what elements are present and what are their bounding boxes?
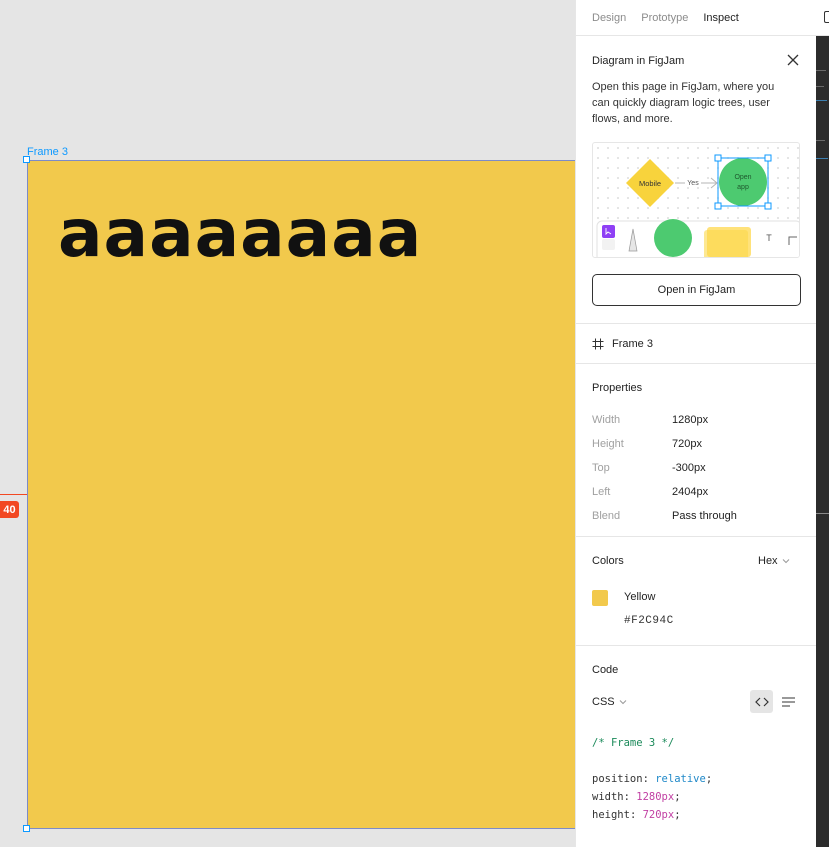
code-prop: height [592, 809, 630, 821]
color-swatch[interactable] [592, 590, 608, 606]
code-language-select[interactable]: CSS [592, 696, 627, 708]
property-value[interactable]: Pass through [672, 510, 737, 522]
diagram-open-label: Open [734, 174, 751, 181]
adjacent-window [816, 0, 829, 847]
code-brackets-icon [754, 697, 769, 706]
property-row: Blend Pass through [592, 510, 737, 522]
panel-tabs: Design Prototype Inspect [576, 0, 816, 36]
property-row: Height 720px [592, 438, 702, 450]
code-block[interactable]: /* Frame 3 */ position: relative; width:… [592, 734, 712, 824]
properties-section: Properties Width 1280px Height 720px Top… [576, 364, 816, 537]
chevron-down-icon [782, 559, 789, 564]
color-hex[interactable]: #F2C94C [624, 615, 674, 627]
figjam-description: Open this page in FigJam, where you can … [592, 81, 775, 125]
code-prop: width [592, 791, 624, 803]
code-prop: position [592, 773, 643, 785]
resize-handle-top-left[interactable] [23, 156, 30, 163]
code-view-button[interactable] [750, 690, 773, 713]
code-line: position: relative; [592, 773, 713, 785]
strip-line [816, 86, 824, 87]
open-in-figjam-button[interactable]: Open in FigJam [592, 274, 801, 306]
code-value: 720px [642, 809, 675, 821]
diagram-mobile-label: Mobile [639, 179, 661, 188]
colors-section: Colors Hex Yellow #F2C94C [576, 537, 816, 646]
strip-line [816, 158, 828, 159]
code-line: width: 1280px; [592, 791, 681, 803]
diagram-text-tool-label: T [766, 233, 772, 243]
code-title: Code [592, 664, 619, 676]
figjam-illustration: Mobile Yes Open app T [592, 142, 800, 258]
strip-line [816, 140, 825, 141]
property-row: Top -300px [592, 462, 706, 474]
property-value[interactable]: 720px [672, 438, 702, 450]
code-line: height: 720px; [592, 809, 681, 821]
strip-line [816, 70, 826, 71]
property-key: Top [592, 462, 610, 474]
property-key: Left [592, 486, 611, 498]
tab-design[interactable]: Design [592, 12, 626, 24]
layer-row[interactable]: Frame 3 [576, 323, 816, 364]
code-list-button[interactable] [777, 690, 800, 713]
strip-line [816, 100, 827, 101]
code-language-value: CSS [592, 696, 615, 708]
frame-label[interactable]: Frame 3 [27, 146, 68, 158]
property-row: Left 2404px [592, 486, 708, 498]
property-key: Width [592, 414, 621, 426]
measure-guide-line [0, 494, 27, 495]
tab-inspect[interactable]: Inspect [703, 12, 738, 24]
property-key: Height [592, 438, 624, 450]
property-value[interactable]: 2404px [672, 486, 708, 498]
resize-handle-bottom-left[interactable] [23, 825, 30, 832]
property-value[interactable]: -300px [672, 462, 706, 474]
color-name[interactable]: Yellow [624, 591, 655, 603]
canvas[interactable]: Frame 3 aaaaaaaa 40 [0, 0, 575, 847]
sidebar-toggle-icon[interactable] [824, 11, 829, 23]
code-section: Code CSS /* Frame 3 */ position: relativ… [576, 646, 816, 847]
chevron-down-icon [619, 700, 626, 705]
tab-prototype[interactable]: Prototype [641, 12, 688, 24]
diagram-app-label: app [737, 184, 749, 191]
layer-name: Frame 3 [612, 337, 653, 350]
frame-text[interactable]: aaaaaaaa [58, 201, 422, 267]
frame-icon [592, 338, 604, 349]
color-format-select[interactable]: Hex [758, 555, 790, 567]
colors-title: Colors [592, 555, 624, 567]
code-value: 1280px [636, 791, 675, 803]
properties-title: Properties [592, 382, 643, 394]
code-value: relative [655, 773, 706, 785]
figjam-title: Diagram in FigJam [592, 55, 685, 67]
close-icon[interactable] [786, 53, 800, 67]
frame-3[interactable]: aaaaaaaa [27, 160, 575, 829]
measure-badge: 40 [0, 501, 19, 518]
inspect-panel: Design Prototype Inspect Diagram in FigJ… [575, 0, 816, 847]
code-comment: /* Frame 3 */ [592, 737, 675, 749]
property-value[interactable]: 1280px [672, 414, 708, 426]
strip-line [816, 513, 829, 514]
list-icon [782, 696, 795, 707]
color-format-value: Hex [758, 555, 778, 567]
figjam-diagram: Mobile Yes Open app T [596, 154, 799, 257]
diagram-yes-label: Yes [687, 180, 699, 187]
property-key: Blend [592, 510, 621, 522]
property-row: Width 1280px [592, 414, 708, 426]
